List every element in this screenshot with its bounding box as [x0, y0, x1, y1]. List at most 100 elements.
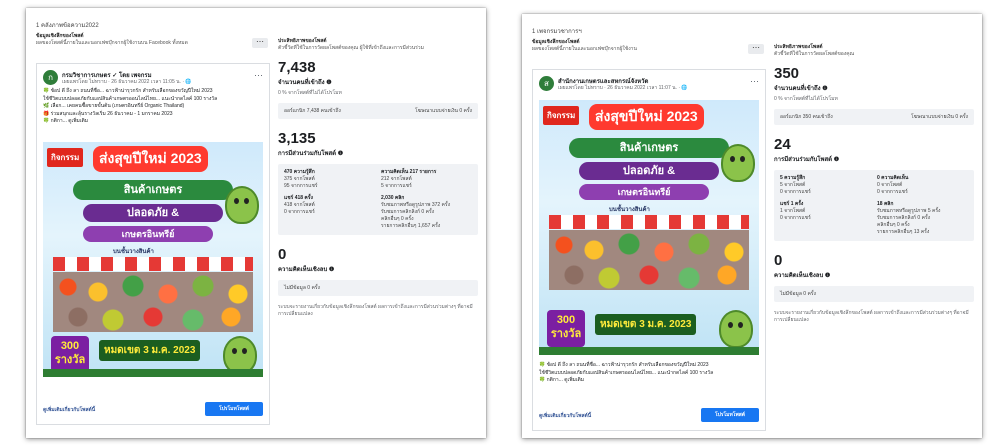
reach-note: 0 % จากโพสต์ที่ไม่ได้โปรโมท — [774, 96, 838, 102]
insights-header-text: ผลของโพสต์นี้ภายในและนอกเฟซบุ๊กจากผู้ใช้… — [532, 46, 637, 52]
engagement-breakdown: 470 ความรู้สึก 375 จากโพสต์ 95 จากการแชร… — [278, 164, 478, 235]
reactions-share: 95 จากการแชร์ — [284, 183, 318, 189]
clicks-photo: รับชมภาพหรือดูรูปภาพ 5 ครั้ง — [877, 208, 941, 214]
insights-header-text: ผลของโพสต์นี้ภายในและนอกเฟซบุ๊กจากผู้ใช้… — [36, 40, 188, 46]
post-footer: ดูเพิ่มเติมเกี่ยวกับโพสต์นี้ โปรโมทโพสต์ — [539, 408, 759, 424]
engagement-value: 3,135 — [278, 130, 316, 147]
negative-value: 0 — [278, 246, 287, 263]
shares-head: แชร์ 418 ครั้ง — [284, 195, 313, 201]
clicks-other: คลิกอื่นๆ 0 ครั้ง — [877, 222, 910, 228]
poster-tag: กิจกรรม — [543, 106, 580, 125]
poster-deadline: หมดเขต 3 ม.ค. 2023 — [595, 314, 697, 335]
post-image[interactable]: กิจกรรม ส่งสุขปีใหม่ 2023 สินค้าเกษตร ปล… — [539, 100, 759, 355]
poster-line-1: สินค้าเกษตร — [73, 180, 233, 200]
insights-footnote: ระบบจะรายงานเกี่ยวกับข้อมูลเชิงลึกของโพส… — [774, 310, 969, 323]
poster-line-2: ปลอดภัย & — [83, 204, 223, 222]
mascot-icon — [721, 144, 755, 182]
reach-value: 350 — [774, 65, 800, 82]
clicks-head: 2,030 คลิก — [381, 195, 405, 201]
post-card: ก กรมวิชาการเกษตร ✓ โดย เพจกรม เผยแพร่โด… — [36, 63, 270, 425]
see-more-link[interactable]: ดูเพิ่มเติมเกี่ยวกับโพสต์นี้ — [539, 412, 591, 420]
poster-sub: บนชั้นวางสินค้า — [609, 207, 650, 213]
post-image[interactable]: กิจกรรม ส่งสุขปีใหม่ 2023 สินค้าเกษตร ปล… — [43, 142, 263, 377]
shares-post: 418 จากโพสต์ — [284, 202, 315, 208]
clicks-head: 18 คลิก — [877, 201, 894, 207]
poster-headline: ส่งสุขปีใหม่ 2023 — [93, 146, 208, 172]
comments-head: 0 ความคิดเห็น — [877, 175, 909, 181]
post-caption: 🍀 ช้อป ดี ถึง ลา ถนนที่ชื่อ... ฉาวฟ้าน่า… — [43, 88, 263, 126]
negative-box: ไม่มีข้อมูล 0 ครั้ง — [774, 286, 974, 302]
comments-share: 0 จากการแชร์ — [877, 189, 908, 195]
reach-organic: ออร์แกนิก 350 คนเข้าถึง — [780, 114, 833, 120]
engagement-value: 24 — [774, 136, 791, 153]
insights-header-title: ข้อมูลเชิงลึกของโพสต์ — [532, 39, 580, 45]
comments-post: 212 จากโพสต์ — [381, 176, 412, 182]
boost-post-button[interactable]: โปรโมทโพสต์ — [205, 402, 263, 416]
clicks-other: คลิกอื่นๆ 0 ครั้ง — [381, 216, 414, 222]
engagement-breakdown: 5 ความรู้สึก 5 จากโพสต์ 0 จากการแชร์ 0 ค… — [774, 170, 974, 241]
insights-intro: ประสิทธิภาพของโพสต์ ตัวชี้วัดที่ใช้ในการ… — [278, 38, 478, 52]
caption-line: ใช้ชีวิตแบบปลอดภัยกับแอปสินค้าเกษตรออนไล… — [43, 95, 218, 102]
more-horizontal-icon[interactable]: ⋯ — [254, 70, 263, 81]
stall-awning — [549, 215, 749, 229]
clicks-photo: รับชมภาพหรือดูรูปภาพ 372 ครั้ง — [381, 202, 451, 208]
insights-header: ข้อมูลเชิงลึกของโพสต์ ผลของโพสต์นี้ภายใน… — [532, 39, 762, 53]
poster-line-3: เกษตรอินทรีย์ — [579, 184, 709, 200]
engagement-label: การมีส่วนร่วมกับโพสต์ ❶ — [278, 151, 344, 157]
engagement-label: การมีส่วนร่วมกับโพสต์ ❶ — [774, 157, 840, 163]
insights-panel: ประสิทธิภาพของโพสต์ ตัวชี้วัดที่ใช้ในการ… — [774, 44, 974, 324]
page-avatar[interactable]: ก — [43, 70, 58, 85]
page-avatar[interactable]: ส — [539, 76, 554, 91]
post-meta: เผยแพร่โดย ไม่ทราบ · 26 ธันวาคม 2022 เวล… — [62, 79, 192, 85]
caption-line: 🍀 กติกา... ดูเพิ่มเติม — [43, 118, 89, 124]
page-label: 1 เพจกรมวชาการฯ — [532, 29, 582, 35]
more-horizontal-icon[interactable]: ⋯ — [750, 76, 759, 87]
poster-prize: 300 รางวัล — [51, 336, 89, 373]
poster-line-3: เกษตรอินทรีย์ — [83, 226, 213, 242]
more-options-button[interactable]: ⋯ — [252, 38, 268, 48]
reactions-head: 5 ความรู้สึก — [780, 175, 806, 181]
caption-line: ใช้ชีวิตแบบปลอดภัยกับแอปสินค้าเกษตรออนไล… — [539, 369, 714, 376]
clicks-more: รายการคลิกอื่นๆ 13 ครั้ง — [877, 229, 930, 235]
shares-share: 0 จากการแชร์ — [284, 209, 315, 215]
poster-line-1: สินค้าเกษตร — [569, 138, 729, 158]
reactions-head: 470 ความรู้สึก — [284, 169, 315, 175]
insights-header: ข้อมูลเชิงลึกของโพสต์ ผลของโพสต์นี้ภายใน… — [36, 33, 266, 47]
insights-footnote: ระบบจะรายงานเกี่ยวกับข้อมูลเชิงลึกของโพส… — [278, 304, 473, 317]
reach-breakdown: ออร์แกนิก 7,438 คนเข้าถึง โฆษณาแบบจ่ายเง… — [278, 103, 478, 119]
clicks-link: รับชมการคลิกลิงก์ 0 ครั้ง — [381, 209, 435, 215]
post-footer: ดูเพิ่มเติมเกี่ยวกับโพสต์นี้ โปรโมทโพสต์ — [43, 402, 263, 418]
caption-line: 🍀 ช้อป ดี ถึง ลา ถนนที่ชื่อ... ฉาวฟ้าน่า… — [43, 88, 213, 94]
shares-head: แชร์ 1 ครั้ง — [780, 201, 804, 207]
negative-value: 0 — [774, 252, 783, 269]
caption-line: 🎁 ร่วมสนุกและลุ้นรางวัลเริ่ม 26 ธันวาคม … — [43, 110, 173, 117]
see-more-link[interactable]: ดูเพิ่มเติมเกี่ยวกับโพสต์นี้ — [43, 406, 95, 414]
post-header: ก กรมวิชาการเกษตร ✓ โดย เพจกรม เผยแพร่โด… — [43, 70, 263, 90]
insights-title: ประสิทธิภาพของโพสต์ — [278, 38, 327, 44]
negative-label: ความคิดเห็นเชิงลบ ❶ — [278, 267, 335, 273]
reactions-post: 375 จากโพสต์ — [284, 176, 315, 182]
insights-screenshot-left: 1 คลังภาพข้อความ2022 ข้อมูลเชิงลึกของโพส… — [26, 8, 486, 438]
reactions-post: 5 จากโพสต์ — [780, 182, 806, 188]
poster-deadline: หมดเขต 3 ม.ค. 2023 — [99, 340, 201, 361]
insights-title: ประสิทธิภาพของโพสต์ — [774, 44, 823, 50]
poster-footer — [539, 347, 759, 355]
insights-desc: ตัวชี้วัดที่ใช้ในการวัดผลโพสต์ของคุณ ผู้… — [278, 45, 424, 51]
mascot-icon — [719, 310, 753, 348]
clicks-more: รายการคลิกอื่นๆ 1,657 ครั้ง — [381, 223, 441, 229]
more-options-button[interactable]: ⋯ — [748, 44, 764, 54]
reactions-share: 0 จากการแชร์ — [780, 189, 811, 195]
reach-paid: โฆษณาแบบจ่ายเงิน 0 ครั้ง — [911, 114, 968, 120]
boost-post-button[interactable]: โปรโมทโพสต์ — [701, 408, 759, 422]
negative-box: ไม่มีข้อมูล 0 ครั้ง — [278, 280, 478, 296]
reach-value: 7,438 — [278, 59, 316, 76]
produce-shelf — [549, 230, 749, 290]
page-label: 1 คลังภาพข้อความ2022 — [36, 23, 99, 29]
post-card: ส สำนักงานเกษตรและสหกรณ์จังหวัด เผยแพร่โ… — [532, 69, 766, 431]
comments-post: 0 จากโพสต์ — [877, 182, 903, 188]
comments-share: 5 จากการแชร์ — [381, 183, 412, 189]
caption-line: 🍀 ช้อป ดี ถึง ลา ถนนที่ชื่อ... ฉาวฟ้าน่า… — [539, 362, 709, 368]
reach-organic: ออร์แกนิก 7,438 คนเข้าถึง — [284, 108, 341, 114]
poster-footer — [43, 369, 263, 377]
insights-panel: ประสิทธิภาพของโพสต์ ตัวชี้วัดที่ใช้ในการ… — [278, 38, 478, 318]
